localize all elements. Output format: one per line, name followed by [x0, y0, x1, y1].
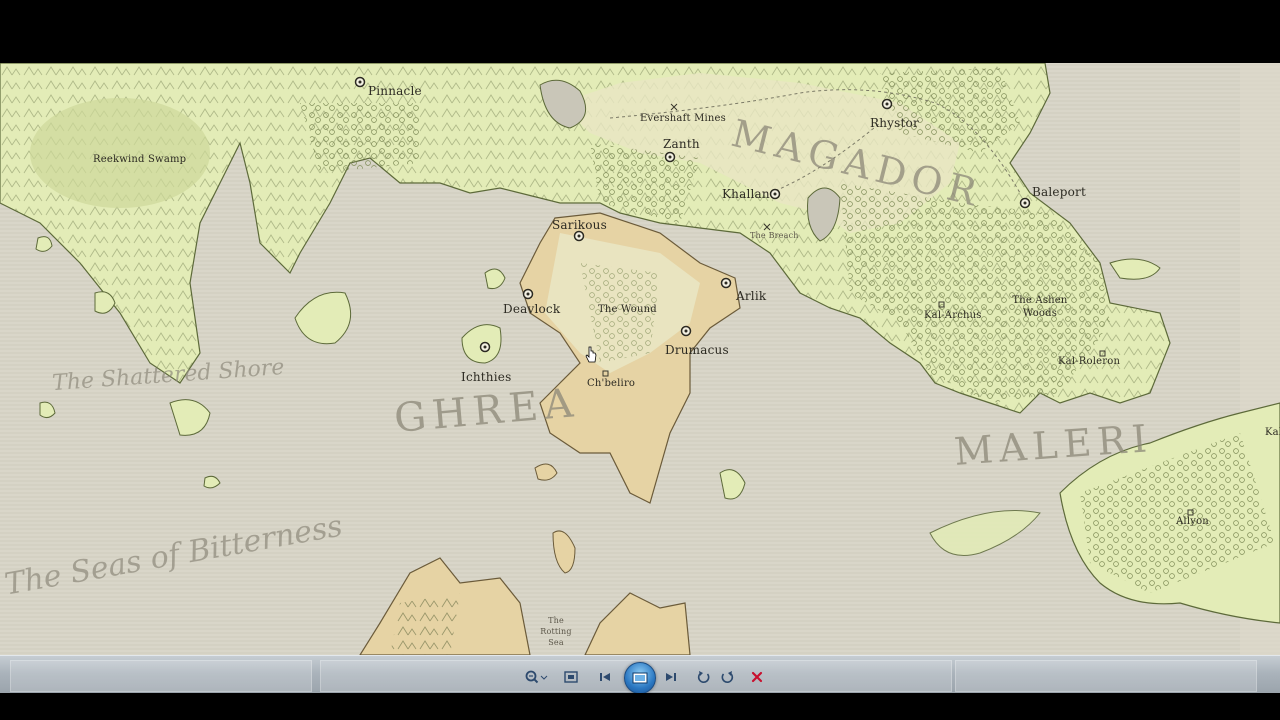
place-label-the-rotting-sea: The Rotting Sea [540, 616, 572, 647]
place-label-the-breach: The Breach [750, 231, 799, 240]
map-image[interactable]: Pinnacle Reekwind Swamp Evershaft Mines … [0, 63, 1280, 655]
rotate-clockwise-button[interactable] [716, 666, 738, 688]
place-label-rhystor: Rhystor [870, 116, 919, 130]
zoom-button[interactable] [522, 666, 550, 688]
toolbar-background-reflection [955, 660, 1257, 692]
screen-bottom-bar [0, 693, 1280, 720]
delete-icon [751, 671, 763, 683]
place-label-khallan: Khallan [722, 187, 770, 201]
fit-window-icon [564, 671, 578, 683]
place-label-the-ashen-woods: The Ashen Woods [1012, 295, 1068, 319]
place-label-the-wound: The Wound [598, 304, 657, 315]
viewer-controls [508, 662, 772, 694]
place-label-reekwind-swamp: Reekwind Swamp [93, 154, 187, 165]
place-label-drumacus: Drumacus [665, 343, 729, 357]
next-button[interactable] [660, 666, 682, 688]
rotate-counterclockwise-button[interactable] [693, 666, 715, 688]
place-label-ch-beliro: Ch'beliro [587, 378, 636, 389]
place-label-kal-roleron: Kal-Roleron [1058, 356, 1121, 367]
photo-viewer-window: Pinnacle Reekwind Swamp Evershaft Mines … [0, 0, 1280, 720]
slideshow-icon [632, 672, 648, 684]
place-label-baleport: Baleport [1032, 185, 1086, 199]
place-label-pinnacle: Pinnacle [368, 84, 422, 98]
place-label-kal: Kal [1265, 427, 1280, 438]
place-label-ichthies: Ichthies [461, 370, 512, 384]
fit-window-button[interactable] [560, 666, 582, 688]
place-label-allyon: Allyon [1176, 516, 1209, 527]
rotate-counterclockwise-icon [697, 671, 710, 683]
delete-button[interactable] [746, 666, 768, 688]
rotate-clockwise-icon [721, 671, 734, 683]
previous-icon [600, 673, 610, 681]
place-label-deavlock: Deavlock [503, 302, 561, 316]
zoom-icon [525, 670, 548, 684]
place-label-evershaft-mines: Evershaft Mines [640, 113, 727, 124]
next-icon [666, 673, 676, 681]
mouse-cursor-icon [585, 346, 597, 363]
slideshow-button[interactable] [624, 662, 656, 694]
previous-button[interactable] [594, 666, 616, 688]
toolbar-background-reflection [10, 660, 312, 692]
place-label-arlik: Arlik [736, 289, 767, 303]
place-label-kal-archus: Kal-Archus [924, 310, 982, 321]
place-label-zanth: Zanth [663, 137, 700, 151]
place-label-sarikous: Sarikous [552, 218, 607, 232]
